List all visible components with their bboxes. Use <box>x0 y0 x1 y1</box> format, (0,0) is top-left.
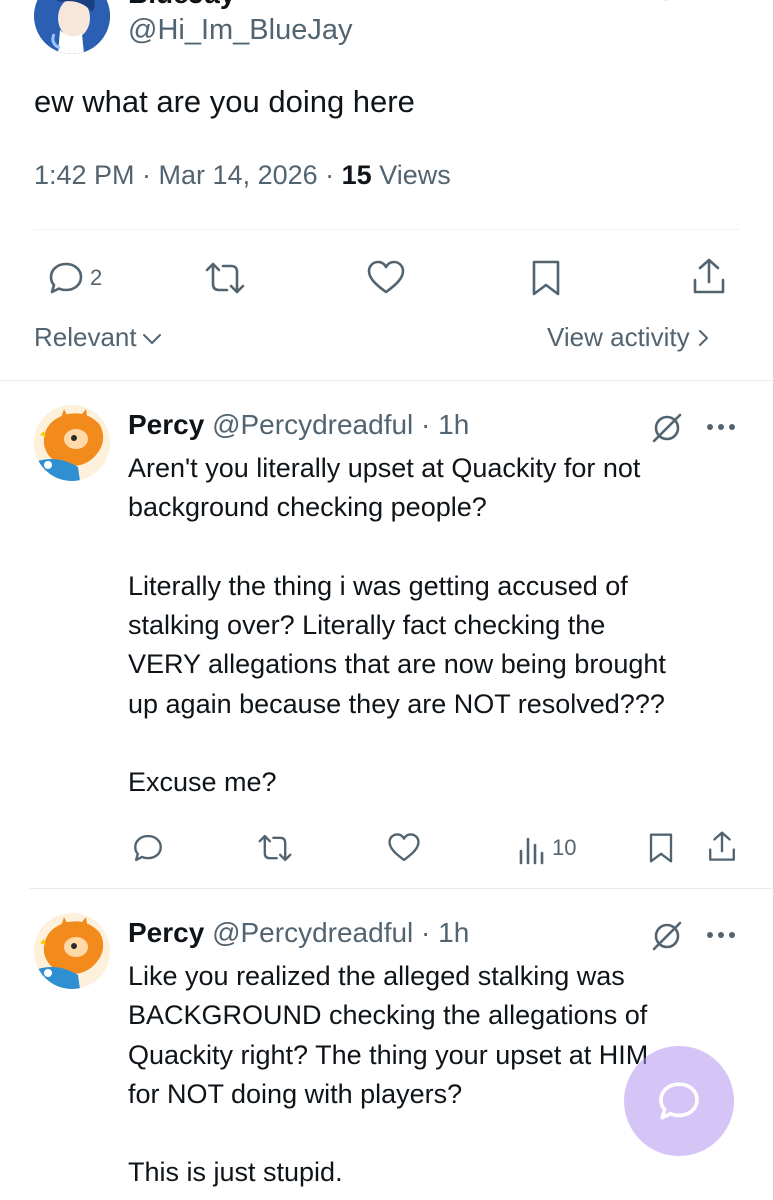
reply-button[interactable] <box>131 831 165 865</box>
grok-icon[interactable] <box>650 411 684 445</box>
views-label: Views <box>371 160 451 190</box>
views-count: 10 <box>552 835 577 860</box>
author-avatar[interactable] <box>34 0 110 54</box>
reply-icon <box>49 262 83 294</box>
reply-avatar[interactable] <box>34 913 110 989</box>
repost-icon <box>258 834 292 862</box>
heart-icon <box>388 833 420 862</box>
sort-dropdown[interactable]: Relevant <box>34 322 163 353</box>
view-activity-link[interactable]: View activity <box>547 322 710 353</box>
share-icon <box>709 831 735 861</box>
bookmark-button[interactable] <box>528 258 564 298</box>
avatar-art-icon <box>34 913 110 989</box>
tweet-text: ew what are you doing here <box>34 84 415 119</box>
reply-display-name[interactable]: Percy <box>128 917 204 948</box>
more-options-icon[interactable] <box>706 931 736 939</box>
grok-icon[interactable] <box>650 919 684 953</box>
reply-handle[interactable]: @Percydreadful <box>212 917 413 948</box>
bookmark-icon <box>532 260 560 296</box>
bookmark-button[interactable] <box>646 831 676 865</box>
view-activity-label: View activity <box>547 322 690 352</box>
reply-time[interactable]: · 1h <box>413 917 469 948</box>
author-handle[interactable]: @Hi_Im_BlueJay <box>128 14 352 47</box>
repost-icon <box>205 262 245 294</box>
divider <box>34 229 740 230</box>
like-button[interactable] <box>365 258 407 298</box>
reply-count: 2 <box>90 265 103 290</box>
reply-time[interactable]: · 1h <box>413 409 469 440</box>
reply-actions: 10 <box>0 829 773 869</box>
reply-header: Percy @Percydreadful · 1h <box>128 409 469 441</box>
avatar-art-icon <box>34 405 110 481</box>
reply-card[interactable]: Percy @Percydreadful · 1h Like you reali… <box>0 889 773 1200</box>
reply-header: Percy @Percydreadful · 1h <box>128 917 469 949</box>
reply-card[interactable]: Percy @Percydreadful · 1h Aren't you lit… <box>0 381 773 888</box>
reply-button[interactable]: 2 <box>46 258 102 298</box>
reply-icon <box>134 834 162 862</box>
chevron-down-icon <box>142 333 161 344</box>
views-button[interactable]: 10 <box>516 831 576 865</box>
reply-handle[interactable]: @Percydreadful <box>212 409 413 440</box>
reply-text: Aren't you literally upset at Quackity f… <box>128 453 666 798</box>
repost-button[interactable] <box>256 831 294 865</box>
reply-icon <box>659 1082 699 1120</box>
author-display-name[interactable]: BlueJay <box>128 0 235 10</box>
share-icon <box>693 258 725 294</box>
tweet-meta: 1:42 PM · Mar 14, 2026 · 15 Views <box>34 160 451 191</box>
share-button[interactable] <box>706 829 738 865</box>
chevron-right-icon <box>698 329 708 346</box>
avatar-art-icon <box>34 0 110 54</box>
analytics-icon <box>519 837 544 865</box>
heart-icon <box>367 260 405 294</box>
like-button[interactable] <box>386 831 422 865</box>
repost-button[interactable] <box>203 258 247 298</box>
reply-display-name[interactable]: Percy <box>128 409 204 440</box>
sort-label: Relevant <box>34 322 137 352</box>
grok-icon[interactable] <box>646 0 686 12</box>
tweet-actions: 2 <box>0 252 773 304</box>
compose-reply-button[interactable] <box>624 1046 734 1156</box>
reply-avatar[interactable] <box>34 405 110 481</box>
tweet-timestamp[interactable]: 1:42 PM · Mar 14, 2026 · <box>34 160 342 190</box>
share-button[interactable] <box>690 256 728 298</box>
views-count: 15 <box>341 160 372 190</box>
bookmark-icon <box>649 833 673 863</box>
more-options-icon[interactable] <box>706 423 736 431</box>
